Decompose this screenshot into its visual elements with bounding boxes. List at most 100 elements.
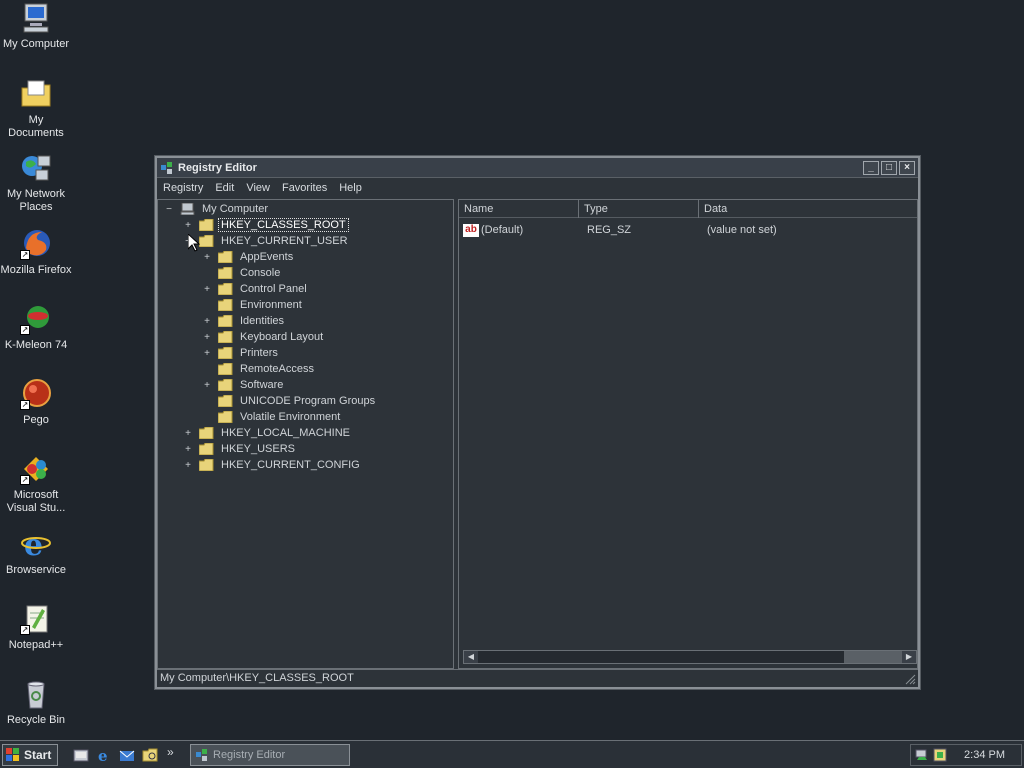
minimize-button[interactable]: _ [863, 160, 879, 175]
desktop-icon-recycle-bin[interactable]: Recycle Bin [0, 678, 72, 727]
quicklaunch-chevron[interactable]: » [167, 745, 174, 759]
svg-text:e: e [98, 747, 108, 763]
shortcut-arrow-icon: ↗ [20, 475, 30, 485]
scroll-left-arrow-icon[interactable]: ◀ [464, 651, 478, 663]
desktop-icon-label: Microsoft Visual Stu... [6, 489, 66, 514]
values-list[interactable]: Name Type Data ab (Default) REG_SZ (valu… [458, 199, 918, 669]
expand-expander[interactable]: + [183, 428, 193, 439]
tree-node-label: HKEY_USERS [221, 443, 295, 455]
column-header-name[interactable]: Name [459, 200, 579, 218]
tree-node-remoteaccess[interactable]: RemoteAccess [202, 361, 316, 377]
value-name: (Default) [481, 224, 524, 236]
tree-node-keyboard-layout[interactable]: + Keyboard Layout [202, 329, 325, 345]
value-type: REG_SZ [587, 224, 632, 236]
expand-expander[interactable]: + [202, 380, 212, 391]
registry-editor-icon [196, 749, 207, 761]
folder-icon [198, 458, 214, 472]
desktop-icon-my-documents[interactable]: My Documents [0, 78, 72, 140]
expand-expander[interactable]: + [202, 316, 212, 327]
registry-tree[interactable]: − My Computer + HKEY_CLASSES_ROOT − HKEY… [157, 199, 454, 669]
horizontal-scrollbar[interactable]: ◀ ▶ [463, 650, 917, 664]
tree-node-unicode-program-groups[interactable]: UNICODE Program Groups [202, 393, 377, 409]
resize-grip-icon[interactable] [904, 673, 916, 685]
menu-registry[interactable]: Registry [163, 182, 203, 194]
folder-icon [217, 346, 233, 360]
close-button[interactable]: × [899, 160, 915, 175]
desktop-icon-label: Mozilla Firefox [0, 264, 72, 276]
desktop-icon-visual-studio[interactable]: ↗ Microsoft Visual Stu... [0, 453, 72, 515]
desktop-icon-label: Pego [23, 414, 49, 426]
outlook-express-icon[interactable] [119, 747, 135, 763]
expand-expander[interactable]: + [183, 220, 193, 231]
shortcut-arrow-icon: ↗ [20, 250, 30, 260]
security-tray-icon[interactable] [933, 748, 947, 762]
column-header-type[interactable]: Type [579, 200, 699, 218]
tree-node-label: HKEY_LOCAL_MACHINE [221, 427, 350, 439]
menu-favorites[interactable]: Favorites [282, 182, 327, 194]
expand-expander[interactable]: + [202, 252, 212, 263]
explorer-quicklaunch-icon[interactable] [142, 747, 158, 763]
desktop-icon-mozilla-firefox[interactable]: ↗ Mozilla Firefox [0, 228, 72, 277]
collapse-expander[interactable]: − [164, 204, 174, 215]
expand-expander[interactable]: + [202, 284, 212, 295]
tree-node-software[interactable]: + Software [202, 377, 285, 393]
network-tray-icon[interactable] [915, 748, 929, 762]
tree-node-label: Control Panel [240, 283, 307, 295]
tree-node-control-panel[interactable]: + Control Panel [202, 281, 309, 297]
tree-node-identities[interactable]: + Identities [202, 313, 286, 329]
desktop-icon-notepad-plus-plus[interactable]: ↗ Notepad++ [0, 603, 72, 652]
expand-expander[interactable]: + [202, 348, 212, 359]
internet-explorer-quicklaunch-icon[interactable]: e [96, 747, 112, 763]
desktop-icon-label: My Network Places [6, 188, 66, 213]
value-row-default[interactable]: ab (Default) REG_SZ (value not set) [463, 222, 913, 238]
status-bar: My Computer\HKEY_CLASSES_ROOT [157, 669, 918, 687]
tree-node-printers[interactable]: + Printers [202, 345, 280, 361]
taskbar-button-registry-editor[interactable]: Registry Editor [190, 744, 350, 766]
tree-node-hkey-current-config[interactable]: + HKEY_CURRENT_CONFIG [183, 457, 362, 473]
desktop-icon-my-computer[interactable]: My Computer [0, 2, 72, 51]
tree-node-appevents[interactable]: + AppEvents [202, 249, 295, 265]
start-button[interactable]: Start [2, 744, 58, 766]
menu-help[interactable]: Help [339, 182, 362, 194]
tree-node-hkey-current-user[interactable]: − HKEY_CURRENT_USER [183, 233, 350, 249]
recycle-bin-icon [20, 678, 52, 710]
show-desktop-icon[interactable] [73, 747, 89, 763]
tree-node-environment[interactable]: Environment [202, 297, 304, 313]
column-header-data[interactable]: Data [699, 200, 915, 218]
tree-node-my-computer[interactable]: − My Computer [164, 201, 270, 217]
expand-expander[interactable]: + [183, 444, 193, 455]
tree-node-console[interactable]: Console [202, 265, 282, 281]
desktop-icon-my-network-places[interactable]: My Network Places [0, 152, 72, 214]
folder-icon [217, 266, 233, 280]
column-headers: Name Type Data [459, 200, 917, 218]
string-value-icon: ab [463, 223, 479, 237]
title-bar[interactable]: Registry Editor _ □ × [157, 158, 918, 178]
menu-edit[interactable]: Edit [215, 182, 234, 194]
taskbar-button-label: Registry Editor [213, 749, 286, 761]
maximize-button[interactable]: □ [881, 160, 897, 175]
folder-icon [217, 362, 233, 376]
menu-view[interactable]: View [246, 182, 270, 194]
expand-expander[interactable]: + [202, 332, 212, 343]
tree-node-hkey-users[interactable]: + HKEY_USERS [183, 441, 297, 457]
shortcut-arrow-icon: ↗ [20, 625, 30, 635]
scroll-right-arrow-icon[interactable]: ▶ [902, 651, 916, 663]
tree-node-hkey-classes-root[interactable]: + HKEY_CLASSES_ROOT [183, 217, 349, 233]
clock[interactable]: 2:34 PM [964, 749, 1005, 761]
my-computer-icon [20, 2, 52, 34]
shortcut-arrow-icon: ↗ [20, 325, 30, 335]
desktop-icon-k-meleon[interactable]: ↗ K-Meleon 74 [0, 303, 72, 352]
tree-node-volatile-environment[interactable]: Volatile Environment [202, 409, 342, 425]
desktop-icon-pego[interactable]: ↗ Pego [0, 378, 72, 427]
tree-node-label: RemoteAccess [240, 363, 314, 375]
desktop-icon-browservice[interactable]: e Browservice [0, 528, 72, 577]
expand-expander[interactable]: + [183, 460, 193, 471]
tree-node-label: Volatile Environment [240, 411, 341, 423]
tree-node-label: HKEY_CURRENT_CONFIG [221, 459, 360, 471]
desktop-icon-label: Browservice [6, 564, 66, 576]
tree-node-label: Console [240, 267, 281, 279]
visual-studio-icon: ↗ [20, 453, 52, 485]
folder-icon [217, 314, 233, 328]
tree-node-hkey-local-machine[interactable]: + HKEY_LOCAL_MACHINE [183, 425, 352, 441]
scrollbar-thumb[interactable] [844, 651, 902, 663]
